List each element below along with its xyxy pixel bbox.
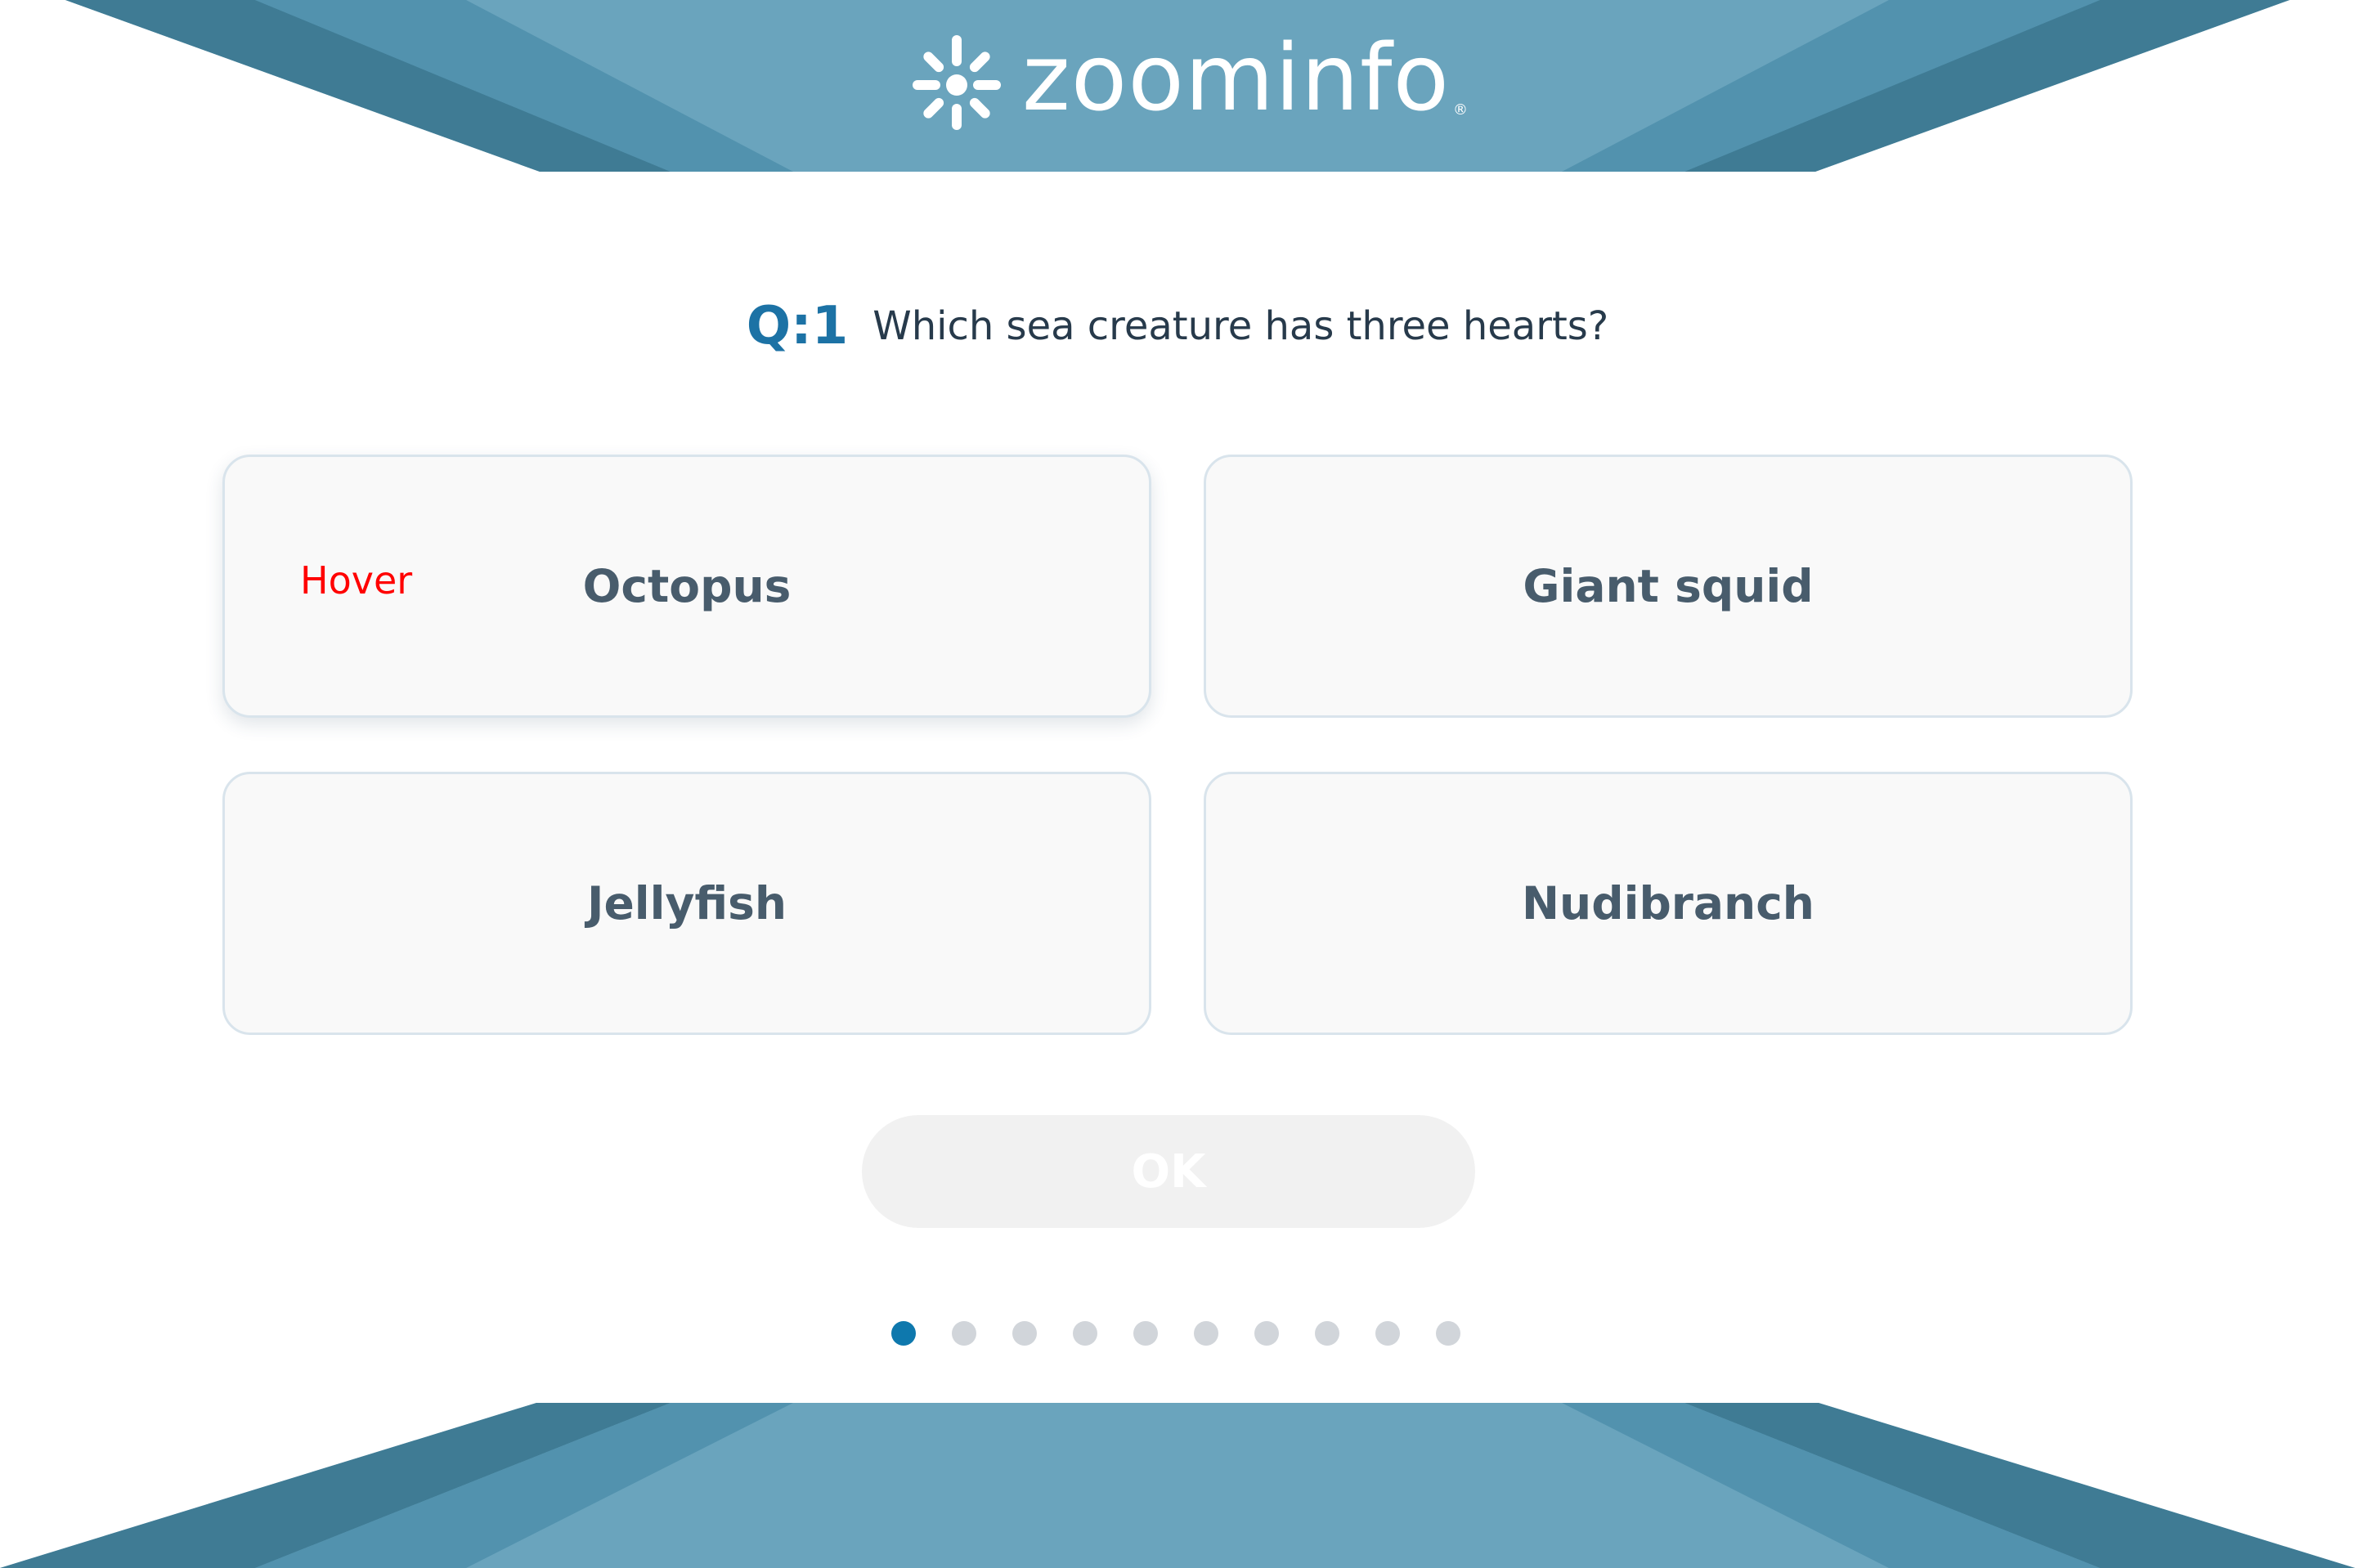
answer-option-octopus[interactable]: Hover Octopus: [222, 455, 1151, 718]
answer-option-label: Octopus: [582, 560, 792, 612]
ok-button-label: OK: [1131, 1145, 1206, 1198]
answer-option-label: Giant squid: [1523, 560, 1814, 612]
question-header: Q:1 Which sea creature has three hearts?: [0, 296, 2355, 356]
pagination-dot-6[interactable]: [1194, 1321, 1218, 1346]
zoominfo-logo: zoominfo ®: [909, 25, 1468, 139]
question-number: Q:1: [746, 296, 849, 356]
answer-option-label: Jellyfish: [587, 877, 787, 930]
pagination-dot-2[interactable]: [952, 1321, 976, 1346]
pagination-dot-7[interactable]: [1254, 1321, 1279, 1346]
question-text: Which sea creature has three hearts?: [872, 303, 1609, 349]
bottom-banner: [0, 1403, 2355, 1568]
pagination-dot-5[interactable]: [1133, 1321, 1158, 1346]
answer-option-nudibranch[interactable]: Nudibranch: [1204, 772, 2133, 1035]
pagination-dot-1[interactable]: [891, 1321, 916, 1346]
registered-mark: ®: [1453, 101, 1468, 119]
pagination-dot-4[interactable]: [1073, 1321, 1097, 1346]
pagination-dot-10[interactable]: [1436, 1321, 1460, 1346]
pagination-dot-9[interactable]: [1375, 1321, 1400, 1346]
answer-option-jellyfish[interactable]: Jellyfish: [222, 772, 1151, 1035]
hover-state-label: Hover: [300, 558, 413, 603]
pagination-dot-8[interactable]: [1315, 1321, 1339, 1346]
asterisk-logo-icon: [913, 35, 1001, 130]
answer-option-label: Nudibranch: [1522, 877, 1814, 930]
ok-button[interactable]: OK: [862, 1115, 1475, 1228]
logo-wordmark: zoominfo: [1022, 25, 1450, 132]
question-pagination: [891, 1321, 1464, 1347]
pagination-dot-3[interactable]: [1012, 1321, 1037, 1346]
bottom-banner-graphic: [0, 1403, 2355, 1568]
answer-option-giant-squid[interactable]: Giant squid: [1204, 455, 2133, 718]
